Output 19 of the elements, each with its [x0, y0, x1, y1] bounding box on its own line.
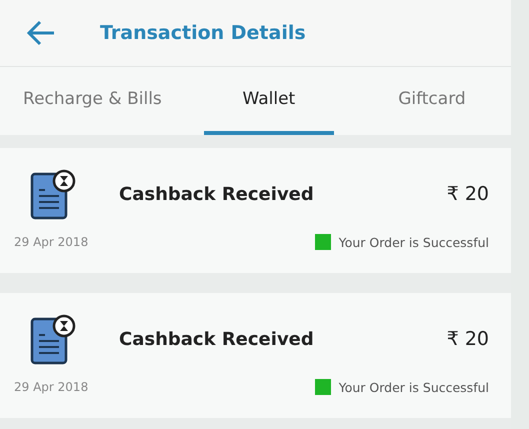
- transaction-amount: ₹ 20: [446, 328, 489, 350]
- transaction-title: Cashback Received: [119, 328, 315, 350]
- transaction-date: 29 Apr 2018: [14, 235, 90, 249]
- status-indicator: [314, 379, 331, 395]
- tab[interactable]: Wallet: [204, 67, 334, 135]
- status-indicator: [314, 234, 331, 250]
- transaction-amount: ₹ 20: [446, 183, 489, 205]
- document-clock-icon: [30, 313, 76, 365]
- status-text: Your Order is Successful: [338, 234, 489, 250]
- transaction-card[interactable]: Cashback Received ₹ 20 29 Apr 2018 Your Order is Successful: [0, 148, 511, 273]
- screen-title: Transaction Details: [100, 22, 306, 44]
- tab[interactable]: Giftcard: [372, 67, 492, 135]
- document-clock-icon: [30, 168, 76, 220]
- transaction-card[interactable]: Cashback Received ₹ 20 29 Apr 2018 Your Order is Successful: [0, 293, 511, 418]
- transaction-title: Cashback Received: [119, 184, 315, 204]
- tab[interactable]: Recharge & Bills: [19, 67, 166, 135]
- status-text: Your Order is Successful: [338, 380, 489, 394]
- transaction-date: 29 Apr 2018: [14, 380, 90, 394]
- back-arrow-icon[interactable]: [26, 20, 56, 46]
